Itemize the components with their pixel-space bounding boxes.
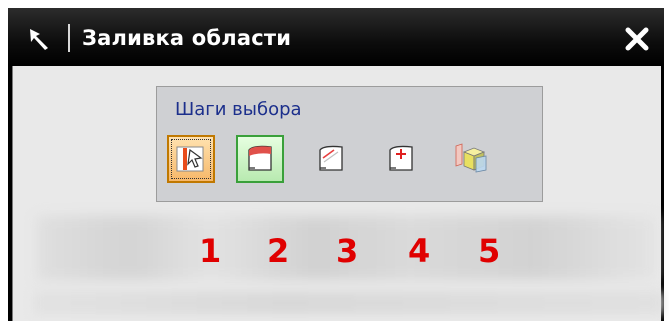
sheet-red-top-icon	[248, 145, 272, 171]
pin-icon[interactable]	[22, 24, 60, 54]
close-icon[interactable]	[620, 22, 654, 56]
blurred-content-lower	[33, 292, 663, 314]
face-select-icon	[176, 146, 204, 172]
sheet-diagonal-icon	[319, 145, 343, 171]
blocks-with-plane-icon	[455, 143, 487, 173]
sheet-plus-icon	[389, 145, 413, 171]
annotation-5: 5	[478, 232, 501, 270]
selection-steps-label: Шаги выбора	[175, 99, 302, 120]
step-4-button[interactable]	[377, 135, 425, 183]
dialog-body: Шаги выбора 1 2 3 4 5	[12, 66, 663, 321]
step-5-button[interactable]	[447, 135, 495, 183]
window-title: Заливка области	[82, 26, 292, 50]
annotation-3: 3	[336, 232, 359, 270]
title-bar[interactable]: Заливка области	[8, 8, 664, 66]
step-1-button[interactable]	[167, 135, 215, 183]
step-2-button[interactable]	[236, 135, 284, 183]
annotation-4: 4	[408, 232, 431, 270]
selection-steps-group: Шаги выбора	[156, 86, 543, 202]
step-3-button[interactable]	[307, 135, 355, 183]
annotation-2: 2	[267, 232, 290, 270]
title-separator	[68, 24, 70, 52]
dialog-window: Заливка области Шаги выбора 1 2 3 4 5	[8, 8, 664, 321]
annotation-1: 1	[199, 232, 222, 270]
